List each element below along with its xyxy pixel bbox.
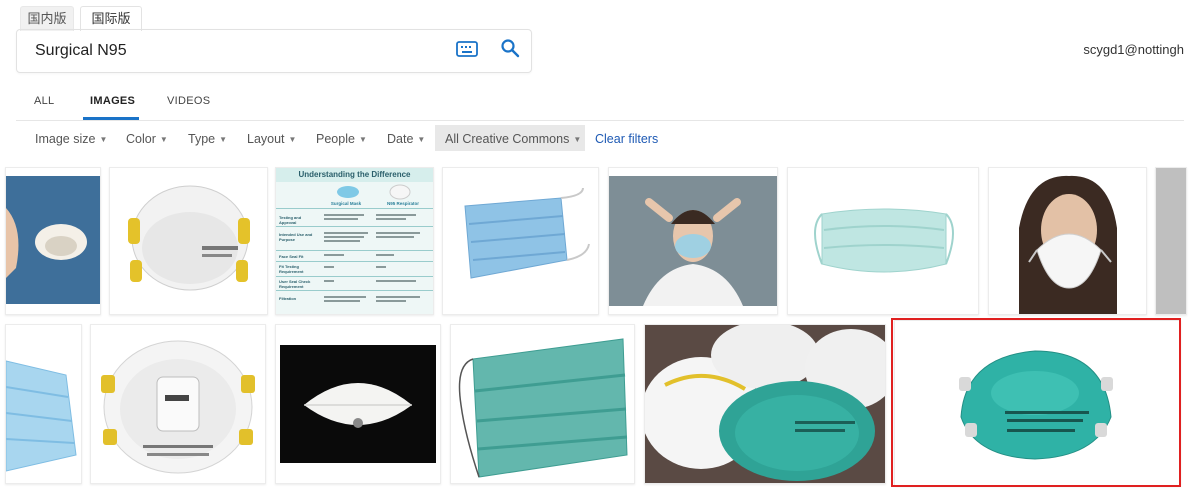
selected-result-outline (891, 318, 1181, 487)
image-result-1[interactable] (5, 167, 101, 315)
divider (16, 120, 1184, 121)
filter-label: Color (126, 132, 156, 146)
photo-surgical-mask-teal (814, 208, 954, 273)
filter-license[interactable]: All Creative Commons ▼ (445, 130, 581, 148)
filter-date[interactable]: Date ▼ (387, 130, 425, 148)
caret-down-icon: ▼ (99, 134, 108, 144)
photo-n95-valve (101, 340, 255, 474)
filter-label: All Creative Commons (445, 132, 570, 146)
infographic-row-label: Testing and Approval (279, 215, 302, 225)
photo-n95-white (128, 185, 250, 291)
caret-down-icon: ▼ (219, 134, 228, 144)
infographic-title: Understanding the Difference (298, 170, 411, 179)
user-account[interactable]: scygd1@nottingh (1083, 42, 1184, 57)
filter-label: Image size (35, 132, 96, 146)
tab-images[interactable]: IMAGES (90, 95, 135, 107)
photo-partial-gray (1156, 168, 1186, 314)
caret-down-icon: ▼ (288, 134, 297, 144)
filter-label: Layout (247, 132, 285, 146)
photo-flatfold-mask-black (280, 345, 436, 463)
market-tab-international-label: 国际版 (91, 11, 131, 26)
search-input[interactable]: Surgical N95 (35, 30, 127, 72)
image-result-10[interactable] (90, 324, 266, 484)
infographic-col-n95: N95 Respirator (386, 201, 419, 206)
image-result-5[interactable] (608, 167, 778, 315)
caret-down-icon: ▼ (358, 134, 367, 144)
keyboard-icon[interactable] (456, 41, 478, 57)
market-tab-domestic[interactable]: 国内版 (20, 6, 74, 31)
infographic-row-label: Face Seal Fit (279, 254, 304, 259)
infographic-row-label: Filtration (279, 296, 297, 301)
image-result-12[interactable] (450, 324, 635, 484)
filter-type[interactable]: Type ▼ (188, 130, 227, 148)
image-result-13[interactable] (644, 324, 886, 484)
infographic-row-label: Intended Use and Purpose (279, 232, 313, 242)
photo-surgical-mask-blue (464, 187, 590, 279)
filter-layout[interactable]: Layout ▼ (247, 130, 296, 148)
caret-down-icon: ▼ (159, 134, 168, 144)
caret-down-icon: ▼ (417, 134, 426, 144)
search-icon[interactable] (500, 38, 520, 58)
caret-down-icon: ▼ (573, 134, 582, 144)
image-result-8[interactable] (1155, 167, 1187, 315)
image-result-2[interactable] (109, 167, 268, 315)
image-result-3[interactable]: Understanding the Difference Surgical Ma… (275, 167, 434, 315)
infographic-col-surgical: Surgical Mask (330, 201, 362, 206)
filter-label: People (316, 132, 355, 146)
search-box[interactable]: Surgical N95 (16, 29, 532, 73)
filter-color[interactable]: Color ▼ (126, 130, 168, 148)
filter-label: Type (188, 132, 216, 146)
image-result-11[interactable] (275, 324, 441, 484)
photo-doctor-mask (609, 176, 777, 306)
clear-filters-link[interactable]: Clear filters (595, 130, 658, 148)
infographic-row-label: User Seal Check Requirement (279, 279, 311, 289)
image-result-9[interactable] (5, 324, 82, 484)
photo-mask-hands-blue (6, 176, 100, 304)
image-result-7[interactable] (988, 167, 1147, 315)
tab-videos[interactable]: VIDEOS (167, 95, 210, 107)
photo-surgical-mask-blue-partial (6, 360, 77, 472)
market-tab-domestic-label: 国内版 (27, 11, 67, 26)
tab-all[interactable]: ALL (34, 95, 54, 107)
filter-image-size[interactable]: Image size ▼ (35, 130, 107, 148)
filter-label: Date (387, 132, 414, 146)
image-result-6[interactable] (787, 167, 979, 315)
photo-woman-n95 (1019, 175, 1117, 314)
photo-n95-pile (645, 325, 885, 483)
market-tab-international[interactable]: 国际版 (80, 6, 142, 31)
image-result-4[interactable] (442, 167, 599, 315)
filter-people[interactable]: People ▼ (316, 130, 367, 148)
infographic-row-label: Fit Testing Requirement (279, 264, 304, 274)
photo-surgical-mask-green (458, 338, 628, 478)
